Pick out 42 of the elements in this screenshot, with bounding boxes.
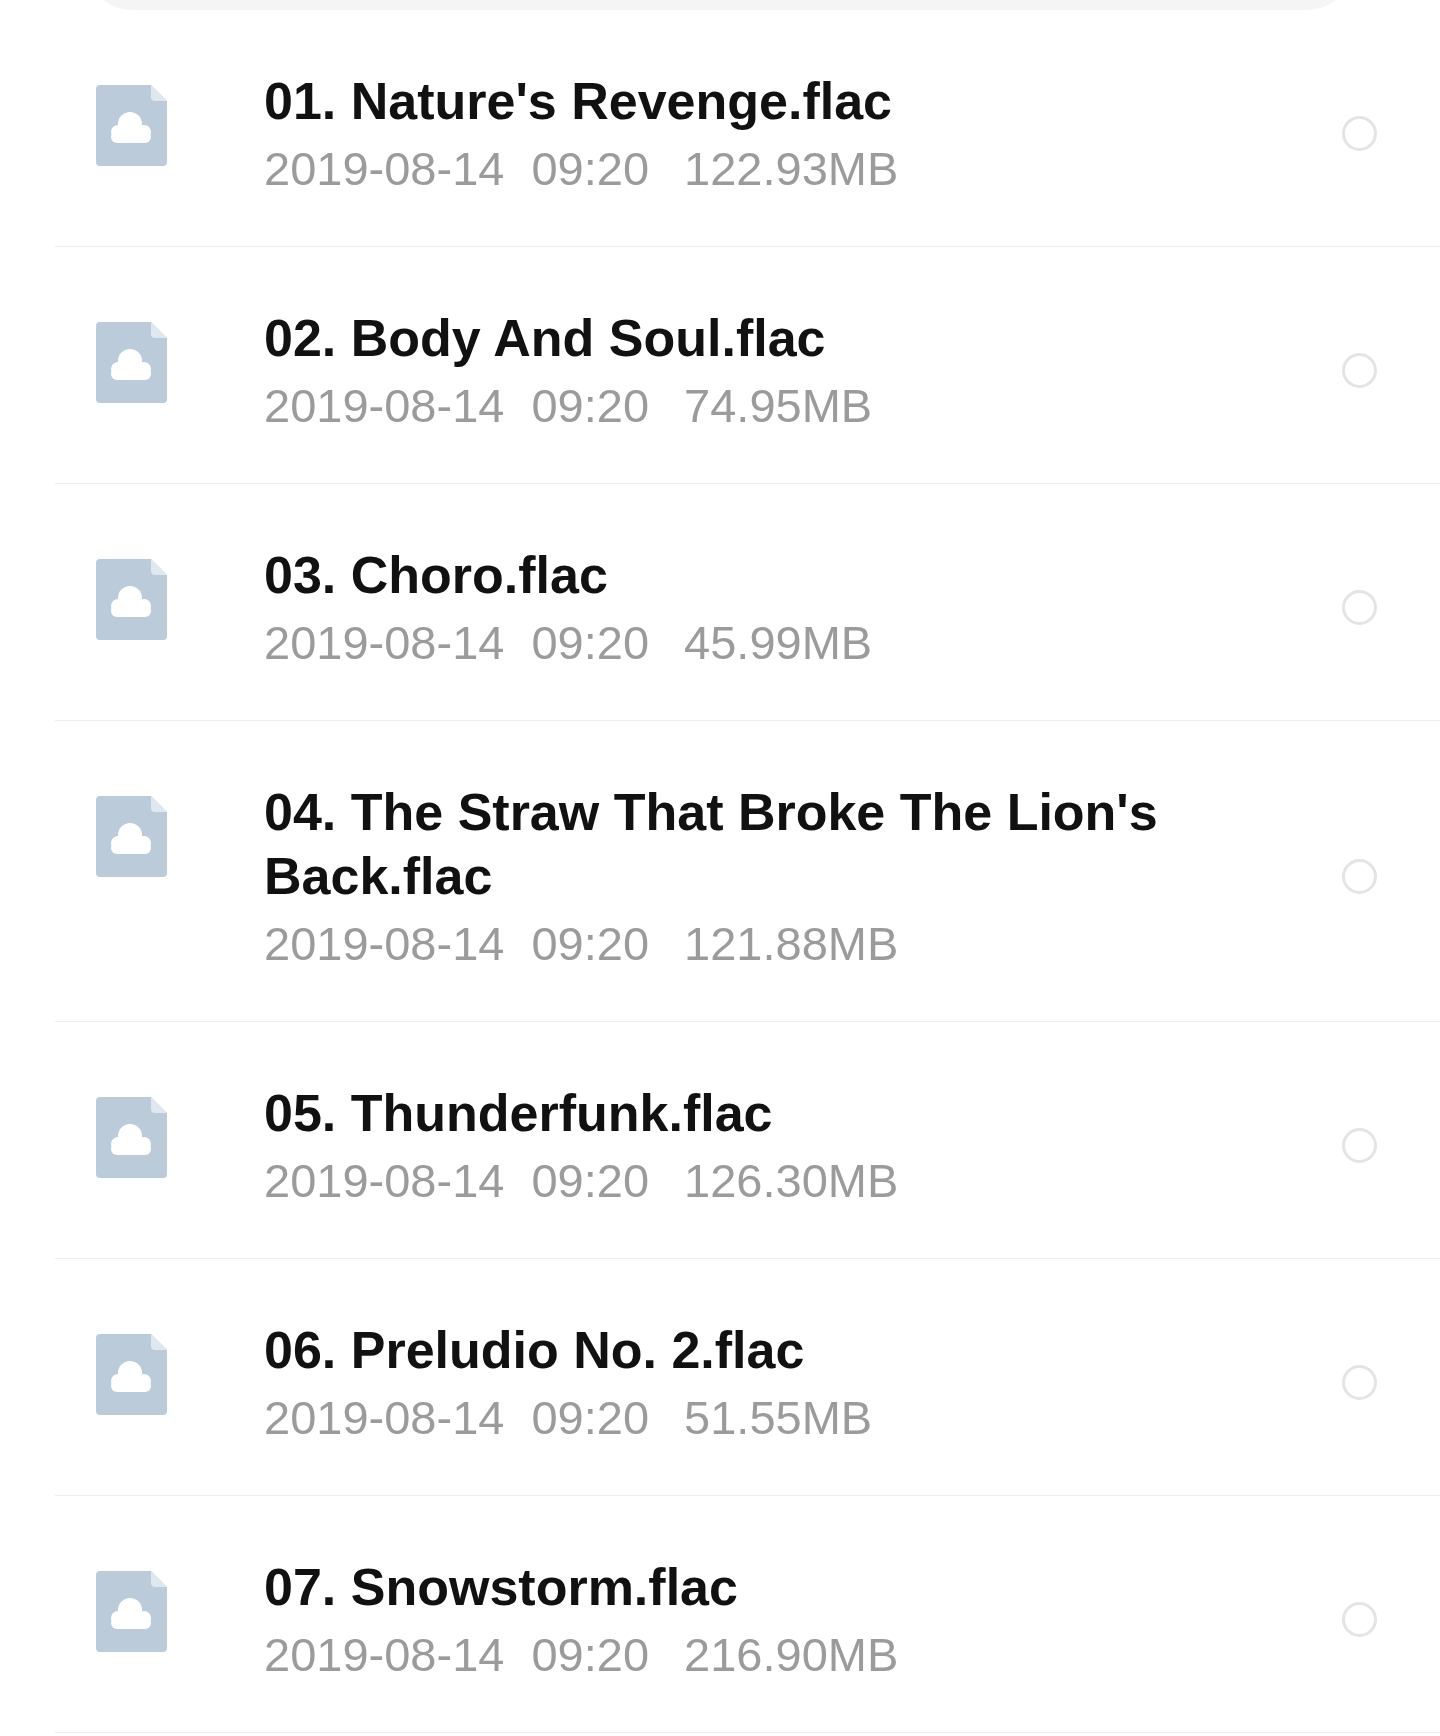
file-time: 09:20 — [531, 1390, 650, 1446]
select-radio[interactable] — [1342, 1128, 1377, 1163]
file-name: 01. Nature's Revenge.flac — [264, 71, 893, 132]
file-size: 121.88MB — [684, 916, 899, 972]
file-size: 216.90MB — [684, 1627, 899, 1683]
file-time: 09:20 — [531, 1627, 650, 1683]
select-radio[interactable] — [1342, 859, 1377, 894]
file-size: 45.99MB — [684, 615, 873, 671]
file-name: 07. Snowstorm.flac — [264, 1557, 739, 1618]
cloud-file-icon — [96, 559, 167, 640]
cloud-file-icon — [96, 85, 167, 166]
file-size: 126.30MB — [684, 1153, 899, 1209]
file-date: 2019-08-14 — [264, 1390, 505, 1446]
file-date: 2019-08-14 — [264, 1627, 505, 1683]
cloud-file-icon — [96, 1097, 167, 1178]
file-name: 03. Choro.flac — [264, 545, 609, 606]
select-radio[interactable] — [1342, 1365, 1377, 1400]
file-date: 2019-08-14 — [264, 916, 505, 972]
file-time: 09:20 — [531, 615, 650, 671]
cloud-file-icon — [96, 796, 167, 877]
file-date: 2019-08-14 — [264, 378, 505, 434]
file-size: 122.93MB — [684, 141, 899, 197]
file-time: 09:20 — [531, 378, 650, 434]
file-name: 02. Body And Soul.flac — [264, 308, 827, 369]
select-radio[interactable] — [1342, 1602, 1377, 1637]
file-date: 2019-08-14 — [264, 1153, 505, 1209]
file-size: 51.55MB — [684, 1390, 873, 1446]
file-date: 2019-08-14 — [264, 141, 505, 197]
file-name: 05. Thunderfunk.flac — [264, 1083, 774, 1144]
cloud-file-icon — [96, 322, 167, 403]
select-radio[interactable] — [1342, 116, 1377, 151]
select-radio[interactable] — [1342, 590, 1377, 625]
file-size: 74.95MB — [684, 378, 873, 434]
cloud-file-icon — [96, 1334, 167, 1415]
file-time: 09:20 — [531, 916, 650, 972]
select-radio[interactable] — [1342, 353, 1377, 388]
file-date: 2019-08-14 — [264, 615, 505, 671]
file-name: 04. The Straw That Broke The Lion's Back.flac — [264, 782, 1159, 907]
file-name: 06. Preludio No. 2.flac — [264, 1320, 806, 1381]
file-time: 09:20 — [531, 1153, 650, 1209]
cloud-file-icon — [96, 1571, 167, 1652]
file-time: 09:20 — [531, 141, 650, 197]
